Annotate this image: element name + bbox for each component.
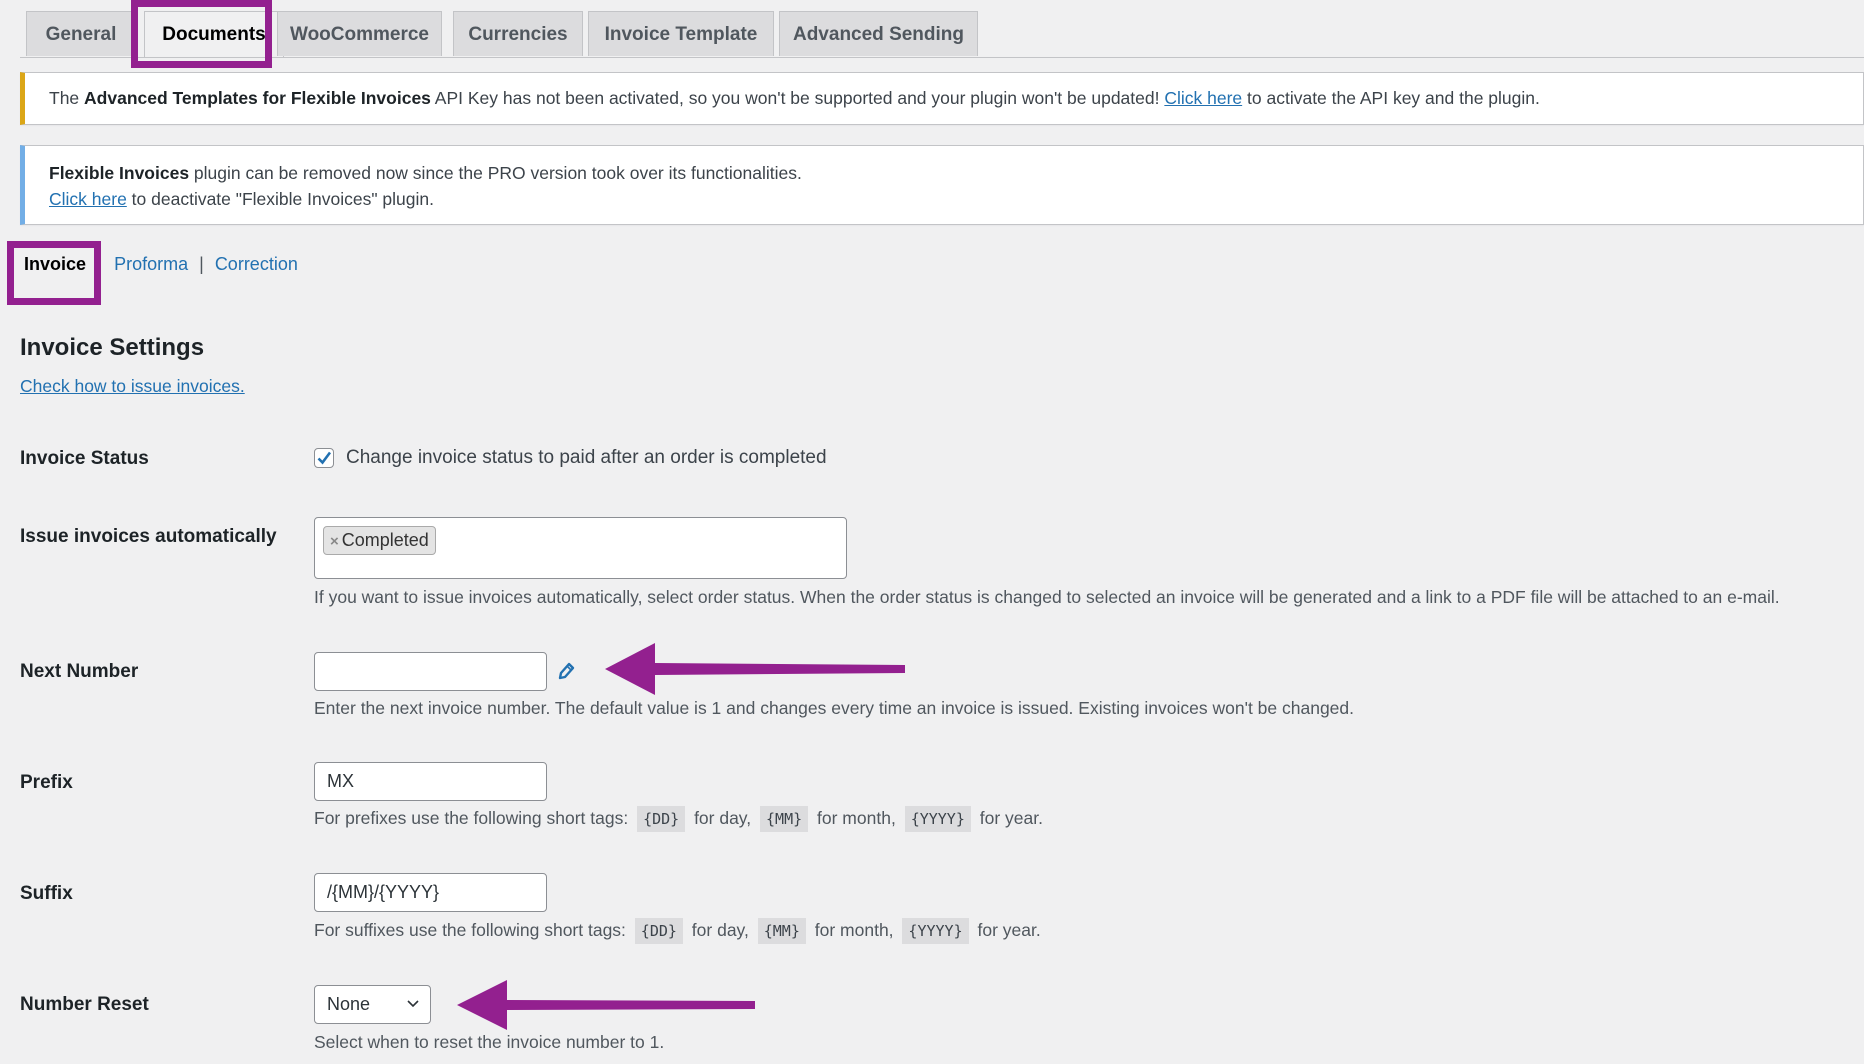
invoice-status-checkbox-label[interactable]: Change invoice status to paid after an o… xyxy=(346,447,827,469)
tab-woocommerce[interactable]: WooCommerce xyxy=(277,11,442,56)
subnav-correction[interactable]: Correction xyxy=(215,254,298,274)
subnav-proforma[interactable]: Proforma xyxy=(114,254,188,274)
tag-mm: {MM} xyxy=(760,806,809,832)
edit-pencil-icon[interactable] xyxy=(556,660,576,682)
chevron-down-icon xyxy=(407,1000,419,1008)
next-number-description: Enter the next invoice number. The defau… xyxy=(314,698,1355,718)
tag-yyyy: {YYYY} xyxy=(904,806,971,832)
suffix-label: Suffix xyxy=(20,883,73,904)
suffix-description: For suffixes use the following short tag… xyxy=(314,918,1041,944)
next-number-input[interactable] xyxy=(314,652,547,691)
document-type-subnav: Invoice Proforma | Correction xyxy=(24,254,298,275)
activate-api-key-link[interactable]: Click here xyxy=(1164,88,1242,108)
notice-text: Click here to deactivate "Flexible Invoi… xyxy=(49,189,434,209)
number-reset-select[interactable]: None xyxy=(314,985,431,1024)
tab-documents[interactable]: Documents xyxy=(144,11,284,57)
tab-advanced-sending[interactable]: Advanced Sending xyxy=(779,11,978,56)
api-key-notice: The Advanced Templates for Flexible Invo… xyxy=(20,72,1864,125)
tag-dd: {DD} xyxy=(634,918,683,944)
number-reset-label: Number Reset xyxy=(20,994,149,1015)
notice-text: Flexible Invoices plugin can be removed … xyxy=(49,163,802,183)
invoice-status-label: Invoice Status xyxy=(20,448,149,469)
issue-auto-description: If you want to issue invoices automatica… xyxy=(314,587,1780,607)
tab-currencies[interactable]: Currencies xyxy=(453,11,583,56)
tag-yyyy: {YYYY} xyxy=(902,918,969,944)
order-status-multiselect[interactable]: × Completed xyxy=(314,517,847,579)
page-title: Invoice Settings xyxy=(20,334,205,361)
invoice-status-checkbox[interactable] xyxy=(314,448,334,468)
prefix-input[interactable] xyxy=(314,762,547,801)
annotation-arrow-number-reset xyxy=(457,980,755,1030)
deactivate-plugin-link[interactable]: Click here xyxy=(49,189,127,209)
issue-auto-label: Issue invoices automatically xyxy=(20,526,277,547)
annotation-arrow-next-number xyxy=(605,643,905,695)
checkmark-icon xyxy=(317,451,332,465)
tag-mm: {MM} xyxy=(757,918,806,944)
suffix-input[interactable] xyxy=(314,873,547,912)
tab-general[interactable]: General xyxy=(26,11,136,56)
subnav-invoice[interactable]: Invoice xyxy=(24,254,86,274)
plugin-removal-notice: Flexible Invoices plugin can be removed … xyxy=(20,145,1864,225)
help-link[interactable]: Check how to issue invoices. xyxy=(20,376,245,397)
tag-dd: {DD} xyxy=(637,806,686,832)
number-reset-description: Select when to reset the invoice number … xyxy=(314,1032,665,1052)
subnav-separator: | xyxy=(199,254,204,274)
remove-chip-icon[interactable]: × xyxy=(330,533,339,550)
tab-invoice-template[interactable]: Invoice Template xyxy=(588,11,774,56)
notice-text: The Advanced Templates for Flexible Invo… xyxy=(49,88,1540,108)
prefix-label: Prefix xyxy=(20,772,73,793)
next-number-label: Next Number xyxy=(20,661,139,682)
settings-tabs: General Documents WooCommerce Currencies… xyxy=(20,0,1864,58)
selected-status-chip: × Completed xyxy=(323,526,436,555)
prefix-description: For prefixes use the following short tag… xyxy=(314,806,1043,832)
